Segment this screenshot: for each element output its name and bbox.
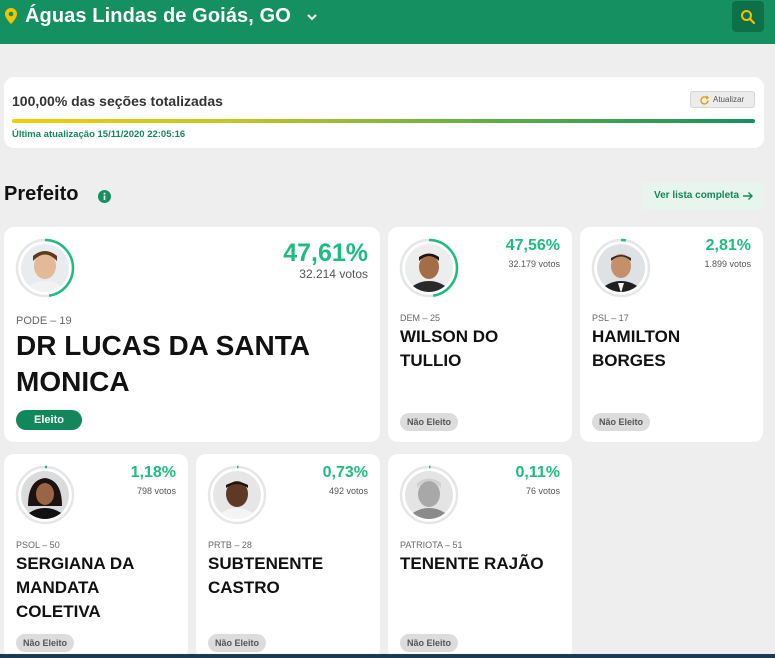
candidate-votes: 76 votos [525,486,560,496]
update-button[interactable]: Atualizar [690,91,755,108]
totals-card: 100,00% das seções totalizadas Atualizar… [4,77,764,148]
candidate-party: DEM – 25 [400,313,441,323]
candidate-photo [591,238,651,298]
refresh-icon [700,95,710,105]
candidate-photo [399,465,459,525]
candidate-percent: 47,61% [283,239,368,267]
search-button[interactable] [732,1,764,32]
candidate-card[interactable]: 47,56% 32.179 votos DEM – 25 WILSON DO T… [388,227,572,442]
candidate-card[interactable]: 1,18% 798 votos PSOL – 50 SERGIANA DA MA… [4,454,188,658]
sections-counted-text: 100,00% das seções totalizadas [12,93,223,109]
candidate-card[interactable]: 2,81% 1.899 votos PSL – 17 HAMILTON BORG… [580,227,763,442]
totals-progress-bar [12,119,755,123]
status-badge: Não Eleito [16,634,75,652]
candidate-party: PODE – 19 [16,315,72,327]
top-bar: Águas Lindas de Goiás, GO [0,0,775,44]
candidate-percent: 0,11% [515,464,560,481]
candidate-votes: 32.214 votos [299,267,368,281]
candidate-photo [399,238,459,298]
bottom-edge [0,654,775,658]
candidate-percent: 47,56% [505,237,560,254]
candidate-card[interactable]: 0,73% 492 votos PRTB – 28 SUBTENENTE CAS… [196,454,380,658]
candidate-party: PSOL – 50 [16,540,60,550]
candidate-percent: 2,81% [705,237,751,254]
map-pin-icon [5,8,17,24]
candidate-name: DR LUCAS DA SANTA MONICA [16,330,309,397]
candidate-name: TENENTE RAJÃO [400,554,544,573]
status-badge: Não Eleito [592,413,651,431]
candidate-percent: 1,18% [130,464,176,481]
candidate-name: SERGIANA DA MANDATA COLETIVA [16,554,134,621]
candidate-name: HAMILTON BORGES [592,327,681,370]
arrow-right-icon [743,192,753,200]
office-title: Prefeito [4,183,79,205]
candidate-name: WILSON DO TULLIO [400,327,499,370]
candidate-name: SUBTENENTE CASTRO [208,554,324,597]
candidate-photo [15,238,75,298]
candidate-votes: 492 votos [328,486,368,496]
candidate-party: PSL – 17 [592,313,629,323]
last-update-text: Última atualização 15/11/2020 22:05:16 [12,129,186,140]
candidate-party: PRTB – 28 [208,540,252,550]
candidate-party: PATRIOTA – 51 [400,540,463,550]
totals-progress-fill [12,119,755,123]
update-button-label: Atualizar [713,95,745,104]
status-badge: Eleito [16,410,82,430]
info-icon[interactable] [98,190,111,203]
candidate-photo [207,465,267,525]
candidate-photo [15,465,75,525]
candidate-votes: 1.899 votos [704,259,751,269]
candidate-percent: 0,73% [322,464,368,481]
chevron-down-icon[interactable] [306,12,318,22]
full-list-label: Ver lista completa [654,190,740,201]
candidate-card[interactable]: 47,61% 32.214 votos PODE – 19 DR LUCAS D… [4,227,380,442]
search-icon [741,10,756,25]
candidate-votes: 32.179 votos [508,259,560,269]
location-selector[interactable]: Águas Lindas de Goiás, GO [25,5,291,28]
status-badge: Não Eleito [400,413,459,431]
status-badge: Não Eleito [208,634,267,652]
full-list-button[interactable]: Ver lista completa [642,182,764,210]
status-badge: Não Eleito [400,634,459,652]
candidate-votes: 798 votos [136,486,176,496]
candidate-card[interactable]: 0,11% 76 votos PATRIOTA – 51 TENENTE RAJ… [388,454,572,658]
